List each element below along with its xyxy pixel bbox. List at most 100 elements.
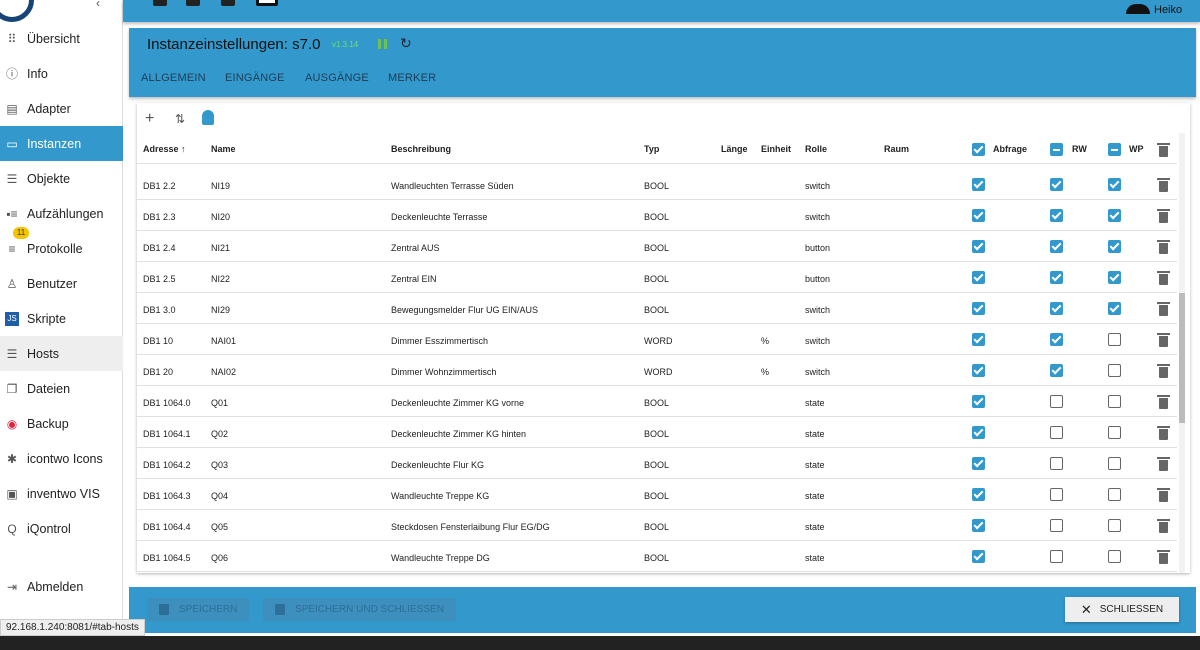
- sidebar-item-aufzählungen[interactable]: ▪≡ Aufzählungen: [0, 196, 123, 231]
- poll-checkbox[interactable]: [972, 240, 985, 253]
- poll-all-checkbox[interactable]: [972, 143, 985, 156]
- rw-checkbox[interactable]: [1050, 457, 1063, 470]
- sidebar-item-protokolle[interactable]: ≡ Protokolle 11: [0, 227, 123, 266]
- delete-icon[interactable]: [1157, 333, 1170, 347]
- wp-checkbox[interactable]: [1108, 178, 1121, 191]
- delete-icon[interactable]: [1157, 178, 1170, 192]
- rw-checkbox[interactable]: [1050, 240, 1063, 253]
- poll-checkbox[interactable]: [972, 302, 985, 315]
- delete-all-icon[interactable]: [1157, 143, 1170, 157]
- poll-checkbox[interactable]: [972, 488, 985, 501]
- sidebar-item-benutzer[interactable]: ♙ Benutzer: [0, 266, 123, 301]
- sidebar-item-skripte[interactable]: JS Skripte: [0, 301, 123, 336]
- delete-icon[interactable]: [1157, 550, 1170, 564]
- rw-checkbox[interactable]: [1050, 271, 1063, 284]
- col-unit[interactable]: Einheit: [761, 144, 791, 154]
- sidebar-item-iqontrol[interactable]: QiQontrol: [0, 511, 123, 546]
- delete-icon[interactable]: [1157, 240, 1170, 254]
- rw-checkbox[interactable]: [1050, 302, 1063, 315]
- delete-icon[interactable]: [1157, 519, 1170, 533]
- col-desc[interactable]: Beschreibung: [391, 144, 451, 154]
- tab-allgemein[interactable]: ALLGEMEIN: [141, 72, 206, 84]
- sidebar-item-dateien[interactable]: ❐ Dateien: [0, 371, 123, 406]
- close-button[interactable]: ✕ SCHLIESSEN: [1065, 597, 1179, 622]
- wp-checkbox[interactable]: [1108, 519, 1121, 532]
- import-export-icon[interactable]: ⇅: [175, 112, 185, 126]
- poll-checkbox[interactable]: [972, 178, 985, 191]
- rw-checkbox[interactable]: [1050, 550, 1063, 563]
- delete-icon[interactable]: [1157, 209, 1170, 223]
- wp-checkbox[interactable]: [1108, 302, 1121, 315]
- sidebar-item-icontwo-icons[interactable]: ✱ icontwo Icons: [0, 441, 123, 476]
- save-button[interactable]: SPEICHERN: [147, 598, 250, 621]
- expert-head-icon[interactable]: [202, 110, 214, 125]
- logout-button[interactable]: ⇥ Abmelden: [0, 569, 123, 604]
- delete-icon[interactable]: [1157, 457, 1170, 471]
- wp-checkbox[interactable]: [1108, 395, 1121, 408]
- wp-checkbox[interactable]: [1108, 333, 1121, 346]
- col-name[interactable]: Name: [211, 144, 236, 154]
- add-icon[interactable]: +: [145, 110, 154, 128]
- tab-eingaenge[interactable]: EINGÄNGE: [225, 72, 285, 84]
- poll-checkbox[interactable]: [972, 519, 985, 532]
- wp-checkbox[interactable]: [1108, 271, 1121, 284]
- col-address[interactable]: Adresse ↑: [143, 144, 186, 154]
- delete-icon[interactable]: [1157, 302, 1170, 316]
- poll-checkbox[interactable]: [972, 333, 985, 346]
- wp-checkbox[interactable]: [1108, 426, 1121, 439]
- settings-icon[interactable]: [186, 0, 200, 6]
- poll-checkbox[interactable]: [972, 457, 985, 470]
- tab-merker[interactable]: MERKER: [388, 72, 436, 84]
- wp-all-checkbox[interactable]: [1108, 143, 1121, 156]
- rw-checkbox[interactable]: [1050, 209, 1063, 222]
- collapse-sidebar-icon[interactable]: ‹: [96, 0, 100, 10]
- sidebar-item-adapter[interactable]: ▤ Adapter: [0, 91, 123, 126]
- sidebar-item-inventwo-vis[interactable]: ▣ inventwo VIS: [0, 476, 123, 511]
- delete-icon[interactable]: [1157, 364, 1170, 378]
- wp-checkbox[interactable]: [1108, 457, 1121, 470]
- rw-checkbox[interactable]: [1050, 426, 1063, 439]
- poll-checkbox[interactable]: [972, 426, 985, 439]
- rw-checkbox[interactable]: [1050, 364, 1063, 377]
- poll-checkbox[interactable]: [972, 395, 985, 408]
- scrollbar[interactable]: [1179, 133, 1185, 573]
- rw-checkbox[interactable]: [1050, 395, 1063, 408]
- col-room[interactable]: Raum: [884, 144, 909, 154]
- col-type[interactable]: Typ: [644, 144, 659, 154]
- rw-checkbox[interactable]: [1050, 333, 1063, 346]
- logo[interactable]: [0, 0, 34, 22]
- rw-checkbox[interactable]: [1050, 519, 1063, 532]
- poll-checkbox[interactable]: [972, 271, 985, 284]
- sidebar-item-instanzen[interactable]: ▭ Instanzen: [0, 126, 123, 161]
- rw-checkbox[interactable]: [1050, 488, 1063, 501]
- delete-icon[interactable]: [1157, 426, 1170, 440]
- delete-icon[interactable]: [1157, 395, 1170, 409]
- sidebar-item-info[interactable]: ⓘ Info: [0, 56, 123, 91]
- wp-checkbox[interactable]: [1108, 550, 1121, 563]
- tab-ausgaenge[interactable]: AUSGÄNGE: [305, 72, 369, 84]
- col-length[interactable]: Länge: [721, 144, 748, 154]
- sidebar-item-übersicht[interactable]: ⠿ Übersicht: [0, 21, 123, 56]
- wp-checkbox[interactable]: [1108, 364, 1121, 377]
- save-close-button[interactable]: SPEICHERN UND SCHLIESSEN: [263, 598, 456, 621]
- delete-icon[interactable]: [1157, 488, 1170, 502]
- reload-icon[interactable]: ↻: [400, 35, 412, 52]
- wrench-icon[interactable]: [153, 0, 167, 6]
- delete-icon[interactable]: [1157, 271, 1170, 285]
- sidebar-item-objekte[interactable]: ☰ Objekte: [0, 161, 123, 196]
- poll-checkbox[interactable]: [972, 550, 985, 563]
- wp-checkbox[interactable]: [1108, 488, 1121, 501]
- col-role[interactable]: Rolle: [805, 144, 827, 154]
- rw-checkbox[interactable]: [1050, 178, 1063, 191]
- wp-checkbox[interactable]: [1108, 209, 1121, 222]
- hand-icon[interactable]: [221, 0, 235, 6]
- rw-all-checkbox[interactable]: [1050, 143, 1063, 156]
- user-avatar[interactable]: [1126, 4, 1150, 14]
- sidebar-item-backup[interactable]: ◉ Backup: [0, 406, 123, 441]
- pause-icon[interactable]: [378, 39, 387, 49]
- wp-checkbox[interactable]: [1108, 240, 1121, 253]
- poll-checkbox[interactable]: [972, 209, 985, 222]
- expert-mode-icon[interactable]: [256, 0, 278, 6]
- sidebar-item-hosts[interactable]: ☰ Hosts: [0, 336, 123, 371]
- poll-checkbox[interactable]: [972, 364, 985, 377]
